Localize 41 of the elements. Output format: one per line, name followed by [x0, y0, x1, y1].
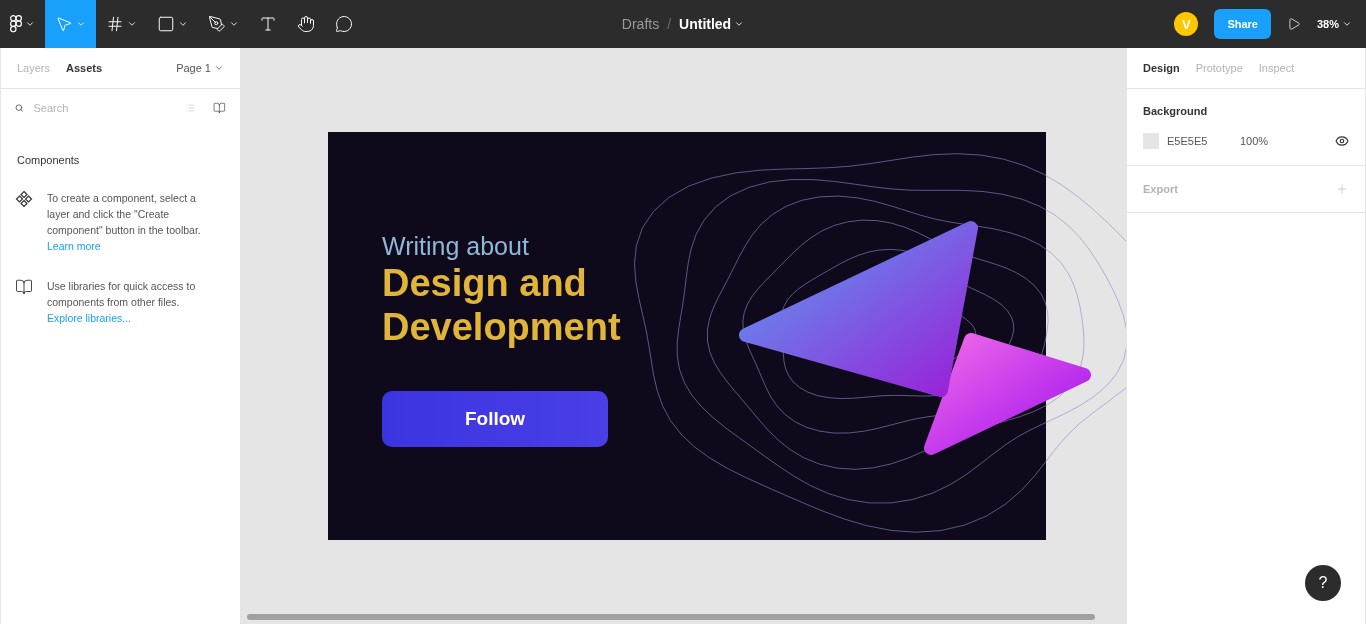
section-title: Background: [1143, 105, 1208, 117]
file-name[interactable]: Untitled: [679, 16, 745, 32]
opacity-value[interactable]: 100%: [1240, 135, 1269, 147]
hint-text: Use libraries for quick access to components from other files. Explore libraries...: [47, 279, 197, 326]
section-title: Export: [1143, 183, 1178, 195]
caret-icon: [1342, 19, 1352, 29]
play-icon[interactable]: [1286, 17, 1301, 31]
hex-value[interactable]: E5E5E5: [1167, 135, 1240, 147]
hand-icon: [297, 15, 315, 33]
frame-icon: [106, 15, 124, 33]
comment-icon: [335, 15, 353, 33]
caret-icon: [178, 19, 188, 29]
caret-icon: [127, 19, 137, 29]
logo-icon: [10, 15, 22, 33]
eye-icon[interactable]: [1335, 134, 1349, 148]
zoom-level[interactable]: 38%: [1316, 18, 1352, 30]
banner-headline: Design and Development: [382, 261, 622, 349]
component-icon: [15, 190, 33, 208]
panel-tab[interactable]: Design: [1143, 62, 1180, 74]
breadcrumb-separator: /: [667, 16, 672, 32]
pointer-icon: [55, 15, 73, 33]
pen-icon: [208, 15, 226, 33]
book-icon: [15, 278, 33, 296]
caret-icon: [734, 19, 745, 29]
rectangle-icon: [157, 15, 175, 33]
folder-name[interactable]: Drafts: [621, 16, 660, 32]
caret-icon: [76, 19, 86, 29]
page-selector[interactable]: Page 1: [176, 62, 224, 74]
banner-subtitle: Writing about: [382, 232, 530, 261]
caret-icon: [214, 63, 224, 73]
section-title: Components: [16, 153, 81, 168]
caret-icon: [25, 19, 35, 29]
help-button[interactable]: ?: [1305, 565, 1341, 601]
color-swatch[interactable]: [1143, 133, 1159, 149]
hint-text: To create a component, select a layer and click the "Create component" button in the toolbar. Learn more: [47, 191, 202, 254]
follow-button[interactable]: Follow: [382, 391, 608, 447]
horizontal-scrollbar[interactable]: [247, 614, 1095, 620]
text-tool-icon: [259, 15, 277, 33]
caret-icon: [229, 19, 239, 29]
search-icon: [15, 102, 24, 114]
panel-tab[interactable]: Assets: [66, 62, 103, 74]
